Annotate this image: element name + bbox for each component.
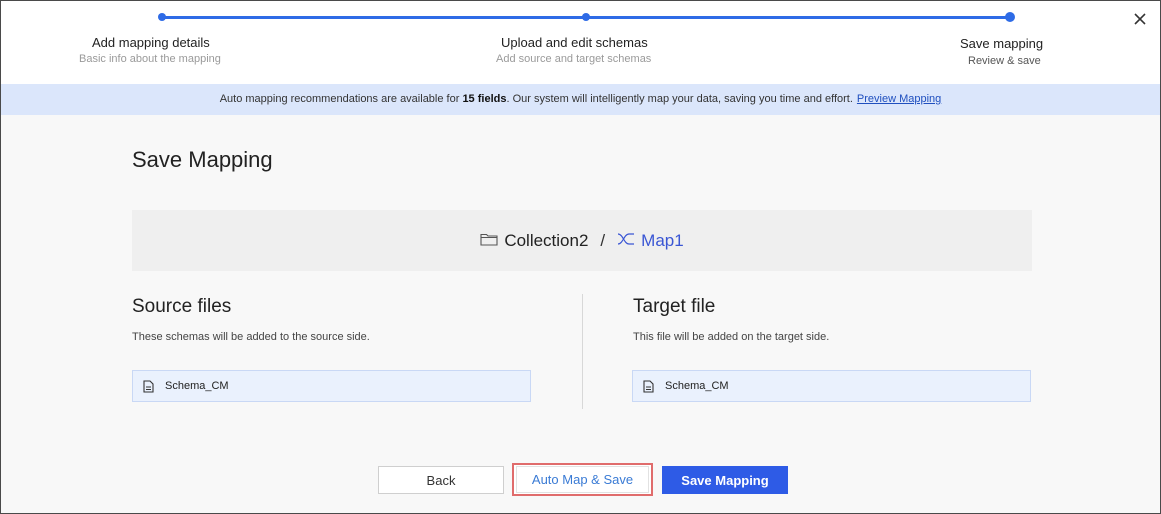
stepper: Add mapping details Basic info about the… [1, 1, 1160, 84]
document-icon [643, 379, 654, 393]
source-file-name: Schema_CM [165, 380, 229, 392]
step-2-subtitle: Add source and target schemas [496, 53, 652, 65]
banner-text-after: . Our system will intelligently map your… [506, 93, 853, 105]
step-3-title: Save mapping [960, 36, 1044, 51]
target-file-title: Target file [633, 296, 716, 317]
close-icon[interactable] [1132, 11, 1148, 27]
auto-mapping-banner: Auto mapping recommendations are availab… [1, 84, 1160, 115]
collection-name: Collection2 [504, 230, 589, 250]
step-2-title: Upload and edit schemas [501, 35, 648, 50]
map-icon [617, 231, 635, 251]
save-mapping-button[interactable]: Save Mapping [662, 466, 788, 494]
mapping-path: Collection2 / Map1 [132, 210, 1032, 271]
folder-icon [480, 231, 498, 251]
document-icon [143, 379, 154, 393]
column-divider [582, 294, 583, 409]
auto-map-save-label: Auto Map & Save [516, 466, 649, 493]
step-1-dot [158, 13, 166, 21]
step-3-subtitle: Review & save [968, 55, 1041, 67]
step-1-title: Add mapping details [92, 35, 210, 50]
target-file-name: Schema_CM [665, 380, 729, 392]
source-file-item: Schema_CM [132, 370, 531, 402]
page-title: Save Mapping [132, 147, 273, 172]
step-3-dot [1005, 12, 1015, 22]
map-name: Map1 [641, 230, 684, 250]
step-1-subtitle: Basic info about the mapping [79, 53, 221, 65]
target-file-description: This file will be added on the target si… [633, 331, 830, 343]
stepper-track-2 [586, 16, 1010, 19]
source-files-title: Source files [132, 296, 232, 317]
preview-mapping-link[interactable]: Preview Mapping [857, 93, 941, 105]
banner-text-before: Auto mapping recommendations are availab… [219, 93, 463, 105]
step-2-dot [582, 13, 590, 21]
stepper-track-1 [162, 16, 586, 19]
target-file-item: Schema_CM [632, 370, 1031, 402]
auto-map-save-button[interactable]: Auto Map & Save [512, 463, 653, 496]
back-button[interactable]: Back [378, 466, 504, 494]
source-files-description: These schemas will be added to the sourc… [132, 331, 370, 343]
save-mapping-dialog: Add mapping details Basic info about the… [0, 0, 1161, 514]
path-separator: / [600, 230, 606, 250]
banner-highlight: 15 fields [462, 93, 507, 105]
